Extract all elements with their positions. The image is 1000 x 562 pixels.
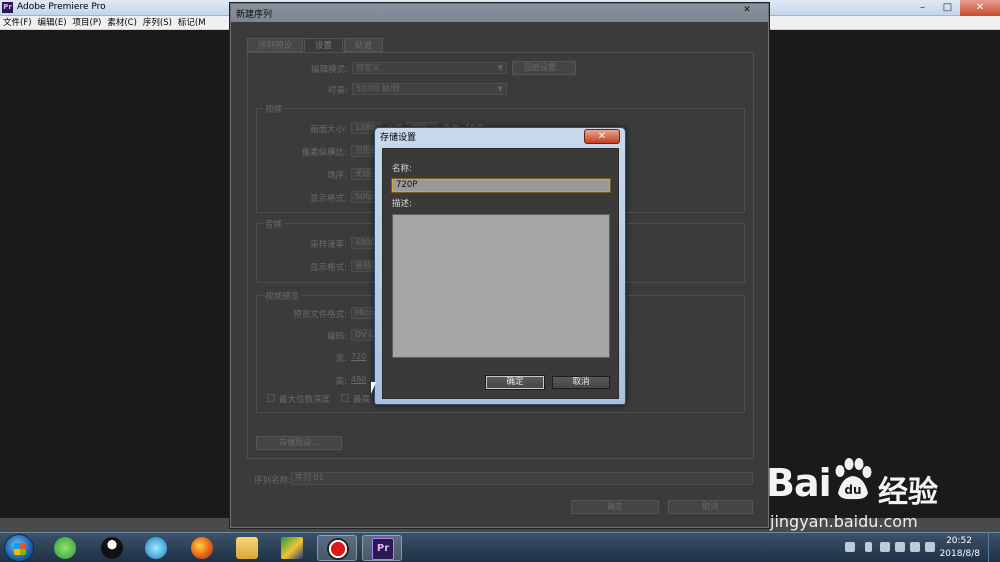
taskbar-firefox[interactable] <box>182 535 222 561</box>
new-sequence-titlebar <box>231 4 768 22</box>
maximize-button[interactable]: □ <box>935 0 960 16</box>
name-label: 名称: <box>392 164 412 174</box>
premiere-icon: Pr <box>372 538 394 560</box>
window-controls: – □ ✕ <box>910 0 1000 16</box>
max-bit-depth-label: 最大位数深度 <box>279 395 331 405</box>
name-input[interactable]: 720P <box>391 178 611 193</box>
system-tray: 20:52 2018/8/8 <box>830 533 1000 562</box>
watermark-url: jingyan.baidu.com <box>770 512 918 531</box>
volume-icon[interactable] <box>910 542 920 552</box>
baidu-paw-icon: du <box>835 458 872 500</box>
new-sequence-tabs: 序列预设 设置 轨道 <box>247 38 384 52</box>
premiere-logo-icon: Pr <box>2 2 13 13</box>
save-settings-dialog: 存储设置 ✕ 名称: 720P 描述: 确定 取消 <box>374 127 626 405</box>
tab-tracks[interactable]: 轨道 <box>344 38 384 52</box>
menu-marker[interactable]: 标记(M <box>175 16 209 29</box>
audio-display-format-label: 显示格式: <box>310 263 347 273</box>
edit-mode-label: 编辑模式: <box>311 65 348 75</box>
network-icon[interactable] <box>880 542 890 552</box>
audio-group-title: 音频 <box>263 218 285 230</box>
app-icon <box>281 537 303 559</box>
width-value[interactable]: 720 <box>351 352 366 361</box>
fields-label: 场序: <box>327 171 347 181</box>
display-format-label: 显示格式: <box>310 194 347 204</box>
taskbar-app[interactable] <box>272 535 312 561</box>
sequence-ok-button[interactable]: 确定 <box>571 500 659 514</box>
description-label: 描述: <box>392 199 412 209</box>
watermark-bai: Bai <box>766 461 832 505</box>
edit-mode-value: 自定义 <box>356 63 380 72</box>
flag-icon[interactable] <box>895 542 905 552</box>
sample-rate-label: 采样速率: <box>310 240 347 250</box>
save-ok-button[interactable]: 确定 <box>485 375 545 390</box>
chevron-down-icon: ▼ <box>497 85 503 93</box>
watermark-jingyan: 经验 <box>878 475 938 510</box>
sequence-name-input[interactable]: 序列 01 <box>291 472 753 485</box>
app-title: Adobe Premiere Pro <box>17 2 106 12</box>
taskbar-explorer[interactable] <box>227 535 267 561</box>
media-player-icon <box>145 537 167 559</box>
taskbar-ie[interactable] <box>45 535 85 561</box>
menu-sequence[interactable]: 序列(S) <box>140 16 175 29</box>
save-settings-title: 存储设置 <box>380 133 417 143</box>
menu-clip[interactable]: 素材(C) <box>104 16 140 29</box>
close-window-button[interactable]: ✕ <box>960 0 1000 16</box>
mouse-pointer-icon <box>371 382 376 394</box>
watermark-du: du <box>844 483 861 497</box>
keyboard-icon[interactable] <box>845 542 855 552</box>
show-desktop-button[interactable] <box>988 533 1000 562</box>
start-button[interactable] <box>4 534 34 562</box>
record-icon <box>327 538 349 560</box>
baidu-jingyan-watermark: Bai du 经验 jingyan.baidu.com <box>766 457 996 537</box>
save-cancel-button[interactable]: 取消 <box>552 376 610 389</box>
save-preset-button[interactable]: 存储预设... <box>256 436 342 450</box>
timebase-label: 时基: <box>328 86 348 96</box>
height-label: 高: <box>335 377 347 387</box>
taskbar: Pr 20:52 2018/8/8 <box>0 532 1000 562</box>
explorer-icon <box>236 537 258 559</box>
signal-icon[interactable] <box>925 542 935 552</box>
codec-label: 编码: <box>327 332 347 342</box>
max-bit-depth-checkbox[interactable] <box>267 394 275 402</box>
tab-sequence-presets[interactable]: 序列预设 <box>247 38 304 52</box>
menu-edit[interactable]: 编辑(E) <box>35 16 70 29</box>
sequence-name-label: 序列名称: <box>254 476 291 486</box>
menu-file[interactable]: 文件(F) <box>0 16 35 29</box>
video-group-title: 视频 <box>263 103 285 115</box>
height-value[interactable]: 480 <box>351 375 366 384</box>
new-sequence-close-button[interactable]: ✕ <box>732 5 762 19</box>
pixel-aspect-label: 像素纵横比: <box>301 148 347 158</box>
save-settings-close-button[interactable]: ✕ <box>584 129 620 144</box>
tab-settings[interactable]: 设置 <box>304 38 344 52</box>
timebase-value: 50.00 帧/秒 <box>356 84 401 93</box>
playback-settings-button[interactable]: 回放设置... <box>512 61 576 75</box>
save-settings-body: 名称: 720P 描述: 确定 取消 <box>382 148 619 399</box>
clock-time[interactable]: 20:52 <box>946 536 972 546</box>
chevron-down-icon: ▼ <box>497 64 503 72</box>
max-quality-label: 最高 <box>353 395 371 405</box>
video-preview-group-title: 视频预览 <box>263 290 302 302</box>
firefox-icon <box>191 537 213 559</box>
windows-logo-icon <box>14 543 26 555</box>
ie-icon <box>54 537 76 559</box>
taskbar-qq[interactable] <box>92 535 132 561</box>
max-quality-checkbox[interactable] <box>341 394 349 402</box>
new-sequence-title: 新建序列 <box>236 10 273 20</box>
taskbar-recorder[interactable] <box>317 535 357 561</box>
preview-format-label: 预览文件格式: <box>293 310 347 320</box>
clock-date[interactable]: 2018/8/8 <box>940 549 980 559</box>
menu-project[interactable]: 项目(P) <box>70 16 105 29</box>
description-textarea[interactable] <box>392 214 610 358</box>
taskbar-media[interactable] <box>136 535 176 561</box>
timebase-select[interactable]: 50.00 帧/秒 ▼ <box>352 83 507 95</box>
width-label: 宽: <box>335 354 347 364</box>
taskbar-premiere[interactable]: Pr <box>362 535 402 561</box>
sequence-cancel-button[interactable]: 取消 <box>668 500 753 514</box>
qq-icon <box>101 537 123 559</box>
minimize-button[interactable]: – <box>910 0 935 16</box>
frame-size-label: 画面大小: <box>310 125 347 135</box>
edit-mode-select[interactable]: 自定义 ▼ <box>352 62 507 74</box>
show-hidden-icons-icon[interactable] <box>865 542 872 552</box>
